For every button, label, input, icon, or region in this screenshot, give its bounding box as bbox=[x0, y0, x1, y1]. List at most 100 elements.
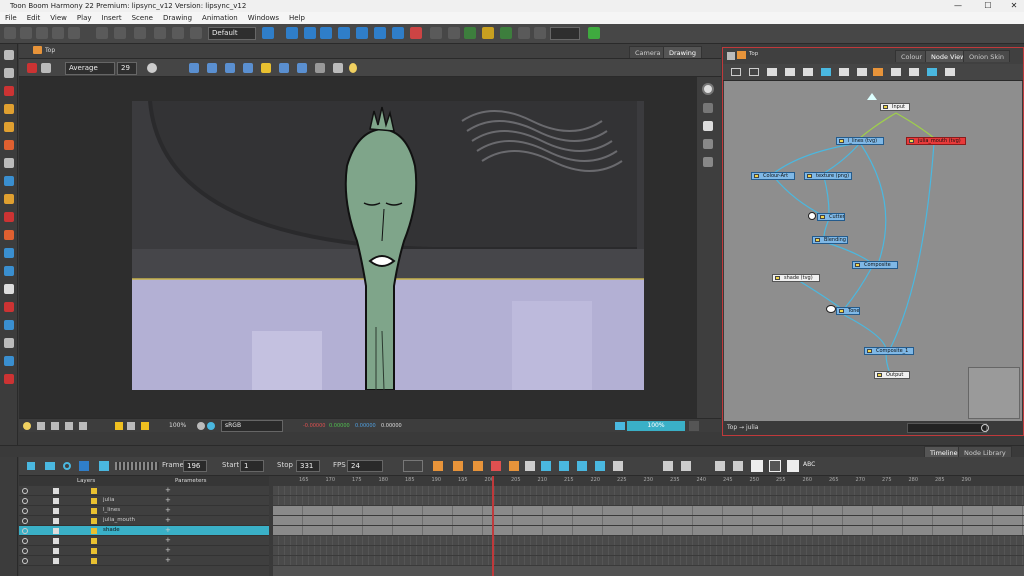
node-output[interactable]: Output bbox=[874, 371, 910, 379]
layer-add-icon[interactable] bbox=[663, 461, 673, 471]
tone-node-icon[interactable] bbox=[945, 68, 955, 76]
home-icon[interactable] bbox=[737, 51, 746, 59]
minimize-button[interactable]: — bbox=[950, 0, 966, 12]
deform-tool-icon[interactable] bbox=[4, 320, 14, 330]
add-parameter-icon[interactable]: + bbox=[165, 496, 171, 505]
visibility-icon[interactable] bbox=[22, 528, 28, 534]
composite-node-icon[interactable] bbox=[839, 68, 849, 76]
camera-mask-icon[interactable] bbox=[500, 27, 512, 39]
layer-row[interactable]: + bbox=[19, 556, 269, 566]
cutter-tool-icon[interactable] bbox=[4, 212, 14, 222]
menu-play[interactable]: Play bbox=[72, 12, 97, 24]
line-tool-icon[interactable] bbox=[4, 194, 14, 204]
contour-editor-icon[interactable] bbox=[4, 68, 14, 78]
tree-layout-icon[interactable] bbox=[785, 68, 795, 76]
hand-tool-icon[interactable] bbox=[4, 284, 14, 294]
lock-icon[interactable] bbox=[53, 548, 59, 554]
paint-tool-icon[interactable] bbox=[4, 122, 14, 132]
open-scene-icon[interactable] bbox=[20, 27, 32, 39]
menu-drawing[interactable]: Drawing bbox=[158, 12, 197, 24]
frame-input[interactable]: 196 bbox=[183, 460, 207, 472]
eraser-mode-icon[interactable] bbox=[333, 63, 343, 73]
node-l-lines[interactable]: l_lines (tvg) bbox=[836, 137, 884, 145]
menu-scene[interactable]: Scene bbox=[127, 12, 158, 24]
speaker-icon[interactable] bbox=[99, 461, 109, 471]
frame-row[interactable] bbox=[273, 486, 1024, 496]
flip-icon[interactable] bbox=[430, 27, 442, 39]
cutter-node-icon[interactable] bbox=[927, 68, 937, 76]
timeline-frame-panel[interactable]: 165 170 175 180 185 190 195 200 205 210 215 220 225 2… bbox=[273, 476, 1024, 576]
node-search-input[interactable] bbox=[907, 423, 987, 433]
onion-toggle-icon[interactable] bbox=[127, 422, 135, 430]
layer-row[interactable]: + bbox=[19, 536, 269, 546]
interpolation-select[interactable] bbox=[403, 460, 423, 472]
add-parameter-icon[interactable]: + bbox=[165, 486, 171, 495]
group-icon[interactable] bbox=[731, 68, 741, 76]
visibility-icon[interactable] bbox=[22, 548, 28, 554]
snap-icon[interactable] bbox=[286, 27, 298, 39]
layer-row[interactable]: l_lines + bbox=[19, 506, 269, 516]
lock-icon[interactable] bbox=[53, 538, 59, 544]
peg-node-icon[interactable] bbox=[821, 68, 831, 76]
motion-icon[interactable] bbox=[509, 461, 519, 471]
scene-frame[interactable] bbox=[132, 101, 644, 390]
add-parameter-icon[interactable]: + bbox=[165, 506, 171, 515]
drawing-icon[interactable] bbox=[613, 461, 623, 471]
pencil-tool-icon[interactable] bbox=[4, 104, 14, 114]
navigator-icon[interactable] bbox=[767, 68, 777, 76]
show-data-icon[interactable] bbox=[715, 461, 725, 471]
playhead[interactable] bbox=[492, 476, 494, 576]
node-shade[interactable]: shade (tvg) bbox=[772, 274, 820, 282]
node-composite-1[interactable]: Composite_1 bbox=[864, 347, 914, 355]
rotate-icon[interactable] bbox=[448, 27, 460, 39]
eraser-tool-icon[interactable] bbox=[4, 140, 14, 150]
menu-insert[interactable]: Insert bbox=[97, 12, 127, 24]
import-icon[interactable] bbox=[68, 27, 80, 39]
select-tool-icon[interactable] bbox=[4, 50, 14, 60]
step-icon[interactable] bbox=[45, 462, 55, 470]
workspace-save-icon[interactable] bbox=[262, 27, 274, 39]
render-icon[interactable] bbox=[615, 422, 625, 430]
menu-edit[interactable]: Edit bbox=[22, 12, 46, 24]
layer-mode-icon[interactable] bbox=[769, 460, 781, 472]
rectangle-tool-icon[interactable] bbox=[4, 176, 14, 186]
clone-icon[interactable] bbox=[525, 461, 535, 471]
light-table-icon[interactable] bbox=[320, 27, 332, 39]
ease-in-icon[interactable] bbox=[433, 461, 443, 471]
peg-icon[interactable] bbox=[392, 27, 404, 39]
view-mode-icon[interactable] bbox=[703, 103, 713, 113]
tab-colour[interactable]: Colour bbox=[895, 50, 929, 62]
record-icon[interactable] bbox=[410, 27, 422, 39]
visibility-icon[interactable] bbox=[22, 518, 28, 524]
add-parameter-icon[interactable]: + bbox=[165, 546, 171, 555]
ungroup-icon[interactable] bbox=[749, 68, 759, 76]
backdrop-icon[interactable] bbox=[873, 68, 883, 76]
frame-row[interactable] bbox=[273, 516, 1024, 526]
node-navigator-thumbnail[interactable] bbox=[968, 367, 1020, 419]
reset-zoom-icon[interactable] bbox=[51, 422, 59, 430]
ease-both-icon[interactable] bbox=[473, 461, 483, 471]
loop-icon[interactable] bbox=[63, 462, 71, 470]
visibility-icon[interactable] bbox=[22, 538, 28, 544]
lock-icon[interactable] bbox=[261, 63, 271, 73]
ink-tool-icon[interactable] bbox=[4, 374, 14, 384]
safe-area-toggle-icon[interactable] bbox=[79, 422, 87, 430]
visibility-icon[interactable] bbox=[22, 508, 28, 514]
menu-help[interactable]: Help bbox=[284, 12, 310, 24]
lock-icon[interactable] bbox=[53, 508, 59, 514]
tab-drawing[interactable]: Drawing bbox=[663, 46, 703, 58]
frame-row[interactable] bbox=[273, 496, 1024, 506]
workspace-select[interactable]: Default bbox=[208, 27, 256, 40]
spline-offset-icon[interactable] bbox=[4, 338, 14, 348]
brush-properties-icon[interactable] bbox=[27, 63, 37, 73]
panel-menu-icon[interactable] bbox=[727, 52, 735, 60]
colour-space-select[interactable]: sRGB bbox=[221, 420, 283, 432]
menu-view[interactable]: View bbox=[45, 12, 72, 24]
draw-behind-icon[interactable] bbox=[243, 63, 253, 73]
node-breadcrumb[interactable]: Top bbox=[749, 51, 758, 57]
pen-tool-icon[interactable] bbox=[4, 356, 14, 366]
tab-onion-skin[interactable]: Onion Skin bbox=[963, 50, 1011, 62]
stop-input[interactable]: 331 bbox=[296, 460, 320, 472]
maximize-button[interactable]: ☐ bbox=[980, 0, 996, 12]
frame-row[interactable] bbox=[273, 546, 1024, 556]
